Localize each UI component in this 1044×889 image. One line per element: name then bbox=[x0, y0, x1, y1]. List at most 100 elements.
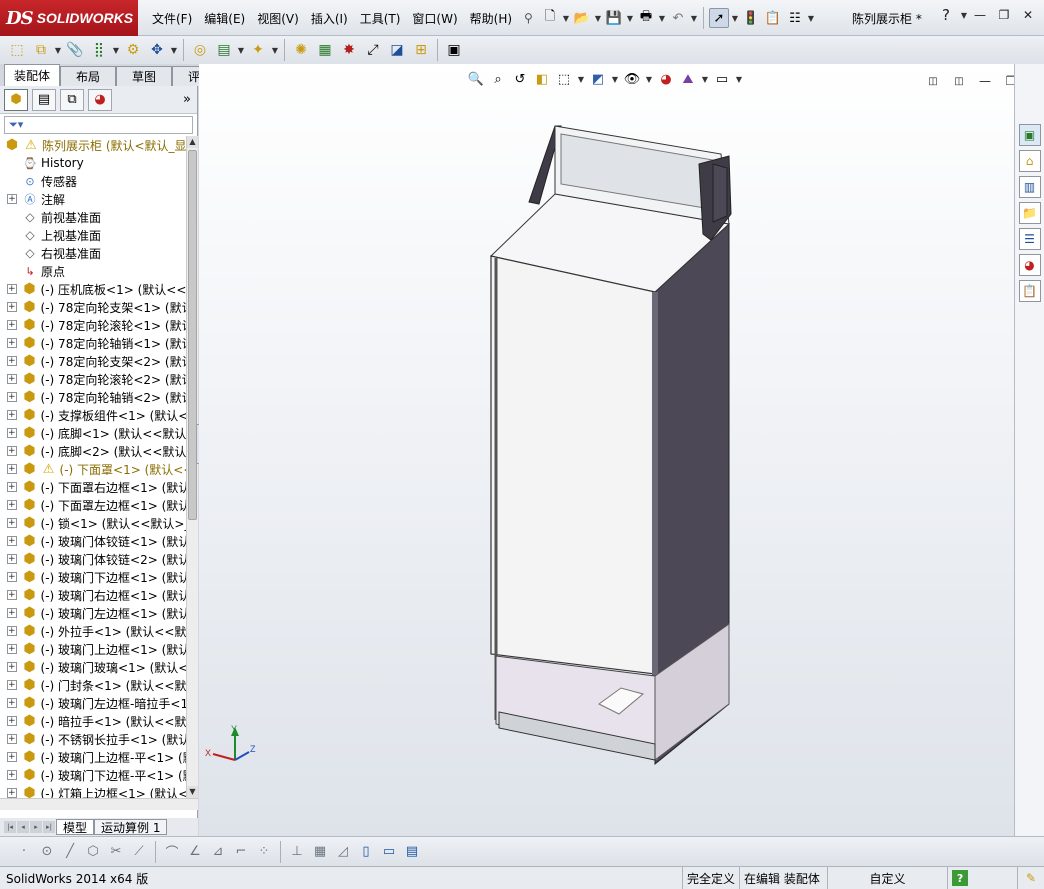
undo-dropdown-icon[interactable]: ▼ bbox=[690, 14, 698, 23]
design-library-icon[interactable]: ▥ bbox=[1018, 176, 1041, 198]
reference-geometry-icon[interactable]: ✦ bbox=[247, 39, 269, 61]
trim-icon[interactable]: ✂ bbox=[106, 842, 126, 862]
expand-toggle[interactable]: + bbox=[7, 320, 17, 330]
restore-icon[interactable]: ❐ bbox=[994, 6, 1014, 24]
exploded-view-icon[interactable]: ✸ bbox=[338, 39, 360, 61]
scroll-up-arrow-icon[interactable]: ▲ bbox=[187, 136, 198, 148]
expand-toggle[interactable]: + bbox=[7, 284, 17, 294]
expand-toggle[interactable]: + bbox=[7, 626, 17, 636]
tree-item-component[interactable]: + ⬢ (-) 玻璃门右边框<1> (默认 bbox=[0, 586, 186, 604]
tree-item-component[interactable]: + ⬢ (-) 玻璃门左边框-暗拉手<1 bbox=[0, 694, 186, 712]
open-dropdown-icon[interactable]: ▼ bbox=[594, 14, 602, 23]
expand-toggle[interactable]: + bbox=[7, 446, 17, 456]
pattern-dropdown-icon[interactable]: ▼ bbox=[112, 46, 120, 55]
menu-edit[interactable]: 编辑(E) bbox=[198, 10, 251, 27]
tree-item-component[interactable]: + ⬢ (-) 玻璃门上边框-平<1> (默 bbox=[0, 748, 186, 766]
expand-toggle[interactable]: + bbox=[7, 338, 17, 348]
menu-file[interactable]: 文件(F) bbox=[146, 10, 198, 27]
line-icon[interactable]: ╱ bbox=[60, 842, 80, 862]
tree-item-component[interactable]: + ⬢ (-) 玻璃门体铰链<1> (默认 bbox=[0, 532, 186, 550]
configuration-manager-tab-icon[interactable]: ⧉ bbox=[60, 88, 84, 111]
corner-rectangle-icon[interactable]: ⌐ bbox=[231, 842, 251, 862]
tree-item-component[interactable]: + ⬢ (-) 78定向轮滚轮<2> (默认 bbox=[0, 370, 186, 388]
expand-toggle[interactable]: + bbox=[7, 590, 17, 600]
select-dropdown-icon[interactable]: ▼ bbox=[731, 14, 739, 23]
appearances-icon[interactable]: ◕ bbox=[1018, 254, 1041, 276]
prev-tab-arrow-icon[interactable]: ◂ bbox=[17, 821, 29, 833]
grid-icon[interactable]: ▦ bbox=[310, 842, 330, 862]
last-tab-arrow-icon[interactable]: ▸| bbox=[43, 821, 55, 833]
mate-icon[interactable]: 📎 bbox=[64, 39, 86, 61]
expand-toggle[interactable]: + bbox=[7, 410, 17, 420]
scroll-down-arrow-icon[interactable]: ▼ bbox=[187, 786, 198, 798]
tree-item-component[interactable]: + ⬢ (-) 玻璃门下边框-平<1> (默 bbox=[0, 766, 186, 784]
tree-item-component[interactable]: + ⬢ (-) 门封条<1> (默认<<默认 bbox=[0, 676, 186, 694]
bill-of-materials-icon[interactable]: ▦ bbox=[314, 39, 336, 61]
graphics-viewport[interactable]: 🔍 ⌕ ↺ ◧ ⬚▼ ◩▼ 👁▼ ◕ ⛰▼ ▭▼ ◫ ◫ — ❐ ✕ bbox=[199, 64, 1042, 836]
tree-item-component[interactable]: + ⬢ (-) 78定向轮轴销<1> (默认 bbox=[0, 334, 186, 352]
menu-help[interactable]: 帮助(H) bbox=[464, 10, 518, 27]
chamfer-icon[interactable]: ∠ bbox=[185, 842, 205, 862]
clearance-verification-icon[interactable]: ⊞ bbox=[410, 39, 432, 61]
expand-toggle[interactable]: + bbox=[7, 536, 17, 546]
feature-manager-tab-icon[interactable]: ⬢ bbox=[4, 88, 28, 111]
save-dropdown-icon[interactable]: ▼ bbox=[626, 14, 634, 23]
tree-item-component[interactable]: + ⬢ (-) 78定向轮支架<1> (默认 bbox=[0, 298, 186, 316]
tree-item-history[interactable]: ⌚ History bbox=[0, 154, 186, 172]
expand-toggle[interactable]: + bbox=[7, 734, 17, 744]
close-icon[interactable]: ✕ bbox=[1018, 6, 1038, 24]
tree-root[interactable]: ⬢ ⚠ 陈列展示柜 (默认<默认_显 bbox=[0, 136, 186, 154]
tree-item-component[interactable]: + ⬢ ⚠ (-) 下面罩<1> (默认<<默 bbox=[0, 460, 186, 478]
window-tile-icon[interactable]: ▭ bbox=[379, 842, 399, 862]
insert-component-icon[interactable]: ⧉ bbox=[30, 39, 52, 61]
relations-icon[interactable]: ◿ bbox=[333, 842, 353, 862]
undo-icon[interactable]: ↶ bbox=[668, 8, 688, 28]
point-icon[interactable]: · bbox=[14, 842, 34, 862]
file-properties-icon[interactable]: 📋 bbox=[763, 8, 783, 28]
tree-item-component[interactable]: + ⬢ (-) 下面罩左边框<1> (默认 bbox=[0, 496, 186, 514]
tree-item-component[interactable]: + ⬢ (-) 玻璃门体铰链<2> (默认 bbox=[0, 550, 186, 568]
circle-icon[interactable]: ⊙ bbox=[37, 842, 57, 862]
scroll-thumb[interactable] bbox=[188, 150, 197, 520]
tree-item-component[interactable]: + ⬢ (-) 玻璃门上边框<1> (默认 bbox=[0, 640, 186, 658]
cabinet-3d-model[interactable] bbox=[199, 64, 1014, 836]
tree-item-front-plane[interactable]: ◇ 前视基准面 bbox=[0, 208, 186, 226]
new-dropdown-icon[interactable]: ▼ bbox=[562, 14, 570, 23]
tree-item-component[interactable]: + ⬢ (-) 玻璃门左边框<1> (默认 bbox=[0, 604, 186, 622]
tree-item-origin[interactable]: ↳ 原点 bbox=[0, 262, 186, 280]
construction-line-icon[interactable]: ⟋ bbox=[129, 842, 149, 862]
feature-tree-filter[interactable]: ⏷▾ bbox=[4, 116, 193, 134]
expand-toggle[interactable]: + bbox=[7, 662, 17, 672]
tree-item-annotations[interactable]: + Ⓐ 注解 bbox=[0, 190, 186, 208]
file-explorer-icon[interactable]: 📁 bbox=[1018, 202, 1041, 224]
expand-toggle[interactable]: + bbox=[7, 644, 17, 654]
tree-item-component[interactable]: + ⬢ (-) 暗拉手<1> (默认<<默认 bbox=[0, 712, 186, 730]
tree-item-component[interactable]: + ⬢ (-) 78定向轮支架<2> (默认 bbox=[0, 352, 186, 370]
expand-toggle[interactable]: + bbox=[7, 302, 17, 312]
help-icon[interactable]: ? bbox=[936, 6, 956, 24]
menu-tools[interactable]: 工具(T) bbox=[354, 10, 407, 27]
print-icon[interactable]: 🖶 bbox=[636, 8, 656, 28]
expand-toggle[interactable]: + bbox=[7, 518, 17, 528]
tree-item-component[interactable]: + ⬢ (-) 玻璃门玻璃<1> (默认< bbox=[0, 658, 186, 676]
table-icon[interactable]: ▤ bbox=[402, 842, 422, 862]
assembly-features-dropdown-icon[interactable]: ▼ bbox=[237, 46, 245, 55]
expand-toggle[interactable]: + bbox=[7, 464, 17, 474]
tree-item-component[interactable]: + ⬢ (-) 外拉手<1> (默认<<默认 bbox=[0, 622, 186, 640]
rebuild-traffic-light-icon[interactable]: 🚦 bbox=[741, 8, 761, 28]
pin-menu-icon[interactable]: ⚲ bbox=[518, 11, 538, 25]
expand-toggle[interactable]: + bbox=[7, 680, 17, 690]
tree-item-component[interactable]: + ⬢ (-) 78定向轮轴销<2> (默认 bbox=[0, 388, 186, 406]
home-icon[interactable]: ⌂ bbox=[1018, 150, 1041, 172]
tree-item-component[interactable]: + ⬢ (-) 底脚<2> (默认<<默认> bbox=[0, 442, 186, 460]
tree-item-component[interactable]: + ⬢ (-) 底脚<1> (默认<<默认> bbox=[0, 424, 186, 442]
expand-panel-chevron-icon[interactable]: » bbox=[183, 92, 191, 107]
tree-item-component[interactable]: + ⬢ (-) 下面罩右边框<1> (默认 bbox=[0, 478, 186, 496]
tree-item-component[interactable]: + ⬢ (-) 灯箱上边框<1> (默认< bbox=[0, 784, 186, 798]
property-manager-tab-icon[interactable]: ▤ bbox=[32, 88, 56, 111]
options-dropdown-icon[interactable]: ▼ bbox=[807, 14, 815, 23]
tree-horizontal-scrollbar[interactable] bbox=[0, 798, 198, 810]
display-manager-tab-icon[interactable]: ◕ bbox=[88, 88, 112, 111]
tab-assembly[interactable]: 装配体 bbox=[4, 64, 60, 86]
tree-vertical-scrollbar[interactable]: ▲ ▼ bbox=[186, 136, 198, 798]
